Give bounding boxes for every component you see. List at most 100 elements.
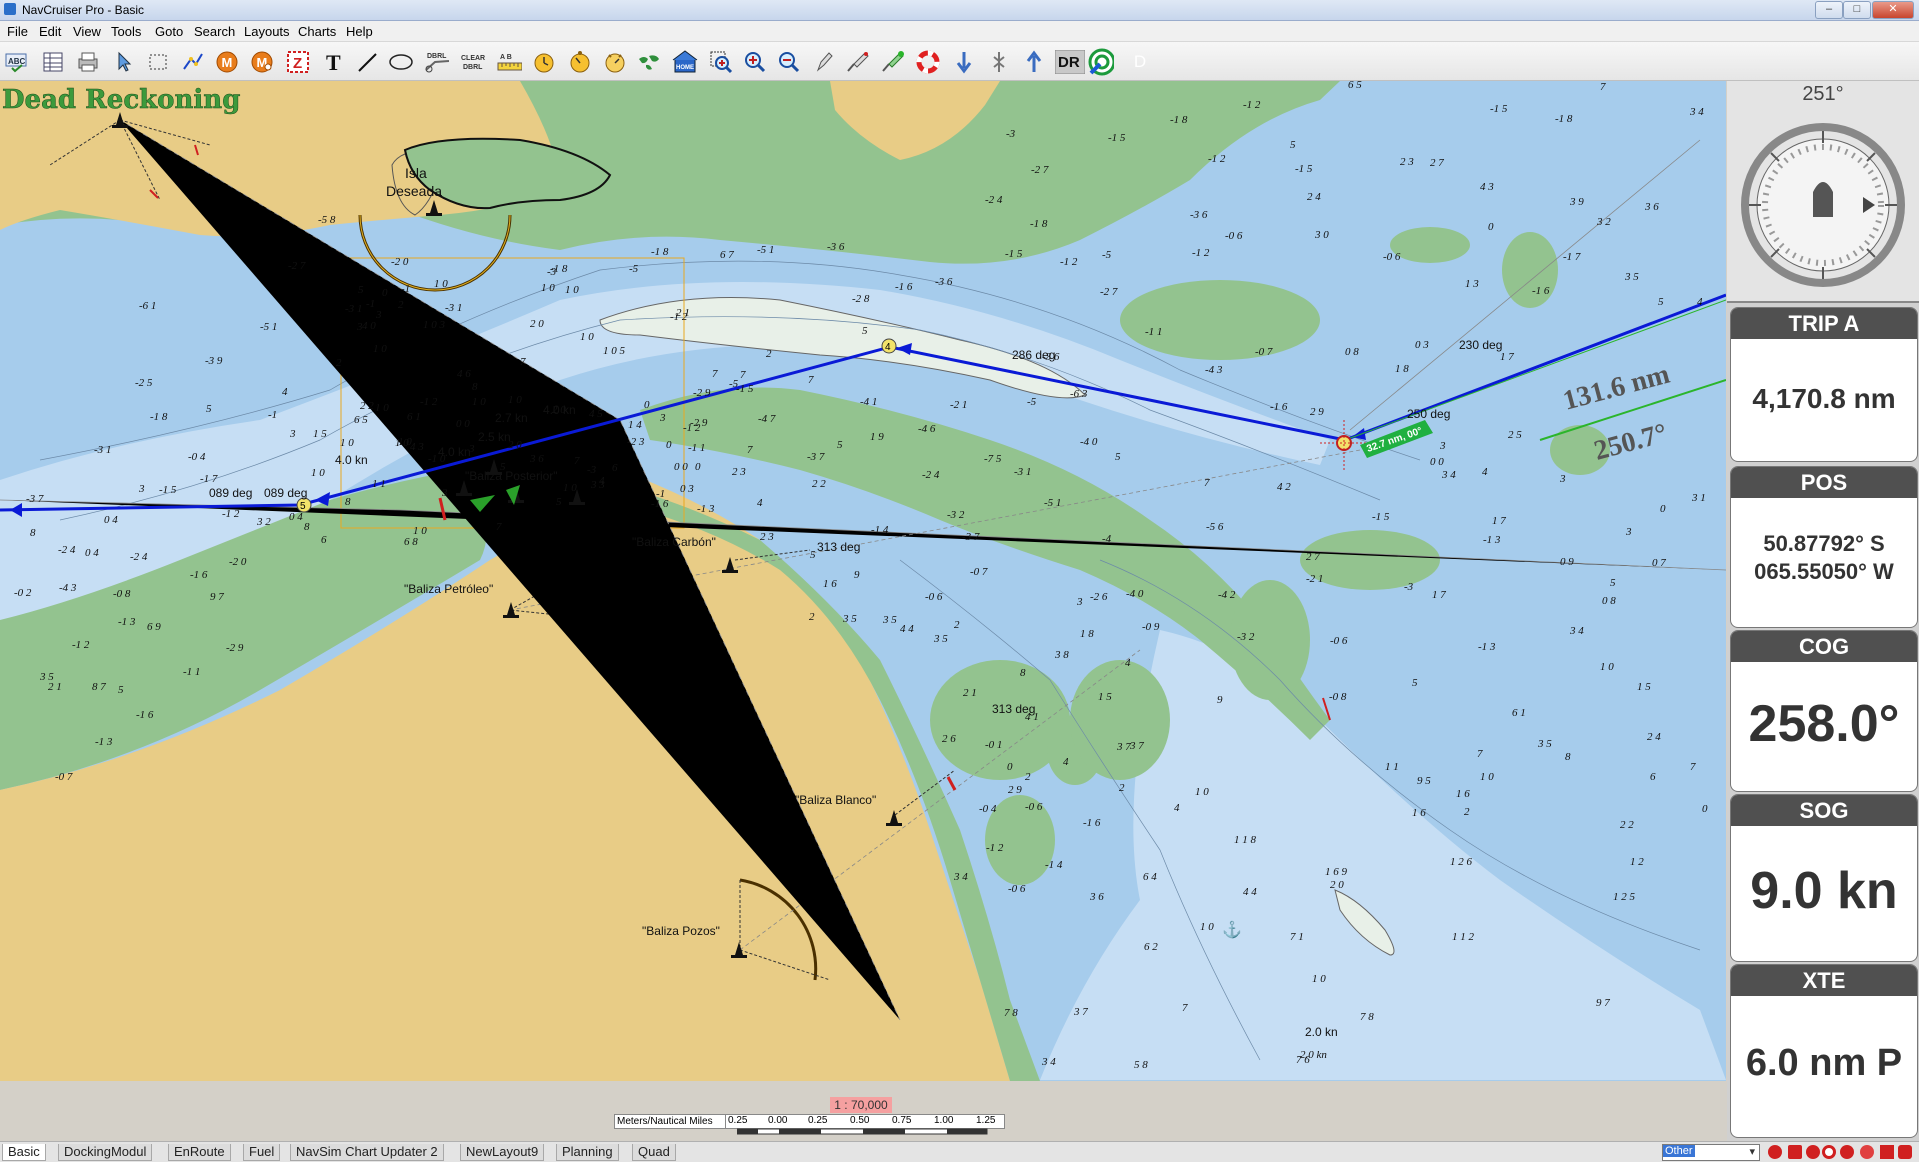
shoal-e-7 bbox=[1070, 660, 1170, 780]
layout-tab-basic[interactable]: Basic bbox=[2, 1144, 46, 1161]
depth-sounding: -1 8 bbox=[1555, 113, 1573, 125]
spellcheck-icon[interactable]: ABC bbox=[4, 49, 30, 75]
menu-help[interactable]: Help bbox=[346, 24, 373, 39]
dr-button[interactable]: DR bbox=[1055, 49, 1085, 75]
depth-sounding: -2 4 bbox=[58, 544, 76, 556]
depth-sounding: 1 0 bbox=[1600, 661, 1614, 673]
mark-icon[interactable]: M bbox=[214, 49, 240, 75]
menu-tools[interactable]: Tools bbox=[111, 24, 141, 39]
d-button[interactable]: D bbox=[1127, 49, 1153, 75]
close-button[interactable]: ✕ bbox=[1872, 1, 1914, 19]
pen-icon[interactable] bbox=[811, 49, 837, 75]
svg-text:A B: A B bbox=[500, 54, 512, 61]
radio-icon[interactable] bbox=[1806, 1145, 1820, 1159]
depth-sounding: 1 2 bbox=[1630, 856, 1644, 868]
sog-label: SOG bbox=[1731, 795, 1917, 826]
dual-ebl-icon[interactable]: DBRL bbox=[423, 49, 449, 75]
timer-icon[interactable] bbox=[531, 49, 557, 75]
depth-sounding: 4 bbox=[1174, 802, 1180, 814]
depth-sounding: 2 9 bbox=[1008, 784, 1022, 796]
line-tool-icon[interactable] bbox=[354, 49, 380, 75]
lifebuoy-icon[interactable] bbox=[915, 49, 941, 75]
sog-instrument[interactable]: SOG 9.0 kn bbox=[1730, 794, 1918, 962]
mob-icon[interactable]: M bbox=[249, 49, 275, 75]
arrow-down-icon[interactable] bbox=[951, 49, 977, 75]
depth-sounding: 0 4 bbox=[85, 547, 99, 559]
ruler-icon[interactable]: A B bbox=[496, 49, 522, 75]
record-icon[interactable] bbox=[1768, 1145, 1782, 1159]
zoom-area-icon[interactable] bbox=[708, 49, 734, 75]
depth-sounding: -0 2 bbox=[14, 587, 32, 599]
track-icon[interactable] bbox=[845, 49, 871, 75]
arrow-up-icon[interactable] bbox=[1021, 49, 1047, 75]
instrument-panel: 251° TRIP A 4,170.8 nm POS 50.87792° S 0… bbox=[1727, 81, 1919, 1141]
pos-instrument[interactable]: POS 50.87792° S 065.55050° W bbox=[1730, 466, 1918, 628]
anchor-alarm-icon[interactable] bbox=[1860, 1145, 1874, 1159]
clear-dual-icon[interactable]: CLEAR DBRL bbox=[460, 49, 486, 75]
home-icon[interactable]: HOME bbox=[672, 49, 698, 75]
minimize-button[interactable]: – bbox=[1815, 1, 1843, 19]
dead-reckoning-label: Dead Reckoning bbox=[2, 85, 240, 115]
route-icon[interactable] bbox=[180, 49, 206, 75]
cog-instrument[interactable]: COG 258.0° bbox=[1730, 630, 1918, 792]
chart-canvas[interactable]: 4 5 32.7 nm, 00° 131.6 nm 250.7° ⚓ Dead … bbox=[0, 81, 1726, 1081]
depth-sounding: 5 bbox=[862, 325, 868, 337]
layout-tab-quad[interactable]: Quad bbox=[632, 1144, 676, 1161]
depth-alarm-icon[interactable] bbox=[1880, 1145, 1894, 1159]
center-vessel-icon[interactable] bbox=[986, 49, 1012, 75]
table-icon[interactable] bbox=[40, 49, 66, 75]
world-map-icon[interactable] bbox=[636, 49, 662, 75]
depth-sounding: 4 bbox=[1697, 296, 1703, 308]
depth-sounding: -0 4 bbox=[979, 803, 997, 815]
layout-tab-dockingmodul[interactable]: DockingModul bbox=[58, 1144, 153, 1161]
pointer-icon[interactable] bbox=[111, 49, 137, 75]
select-rect-icon[interactable] bbox=[145, 49, 171, 75]
depth-sounding: 2 6 bbox=[942, 733, 956, 745]
depth-sounding: 6 2 bbox=[1144, 941, 1158, 953]
depth-sounding: 1 0 bbox=[373, 343, 387, 355]
gps-status-icon[interactable] bbox=[1840, 1145, 1854, 1159]
menu-view[interactable]: View bbox=[73, 24, 101, 39]
depth-sounding: 3 4 bbox=[1441, 469, 1456, 481]
xte-instrument[interactable]: XTE 6.0 nm P bbox=[1730, 964, 1918, 1138]
depth-sounding: -1 1 bbox=[1145, 326, 1162, 338]
depth-sounding: 7 bbox=[520, 356, 526, 368]
menu-edit[interactable]: Edit bbox=[39, 24, 61, 39]
alarm-timer-icon[interactable] bbox=[567, 49, 593, 75]
depth-sounding: 8 bbox=[304, 521, 310, 533]
menu-file[interactable]: File bbox=[7, 24, 28, 39]
stopwatch-icon[interactable] bbox=[602, 49, 628, 75]
depth-sounding: -2 3 bbox=[627, 436, 645, 448]
layout-tab-fuel[interactable]: Fuel bbox=[243, 1144, 281, 1161]
depth-sounding: 5 bbox=[206, 403, 212, 415]
layout-tab-planning[interactable]: Planning bbox=[556, 1144, 619, 1161]
zoom-out-icon[interactable] bbox=[776, 49, 802, 75]
menu-search[interactable]: Search bbox=[194, 24, 235, 39]
compass-instrument[interactable]: 251° bbox=[1727, 81, 1919, 303]
xte-alarm-icon[interactable] bbox=[1898, 1145, 1912, 1159]
menu-goto[interactable]: Goto bbox=[155, 24, 183, 39]
mob-status-icon[interactable] bbox=[1822, 1145, 1836, 1159]
layout-tab-navsim[interactable]: NavSim Chart Updater 2 bbox=[290, 1144, 444, 1161]
ellipse-tool-icon[interactable] bbox=[388, 49, 414, 75]
layout-tab-newlayout9[interactable]: NewLayout9 bbox=[460, 1144, 545, 1161]
zone-icon[interactable]: Z bbox=[285, 49, 311, 75]
maximize-button[interactable]: □ bbox=[1843, 1, 1871, 19]
depth-sounding: 6 bbox=[612, 462, 618, 474]
status-select[interactable]: Other ▾ bbox=[1662, 1144, 1760, 1161]
layout-tab-enroute[interactable]: EnRoute bbox=[168, 1144, 231, 1161]
menu-charts[interactable]: Charts bbox=[298, 24, 336, 39]
gps-icon[interactable] bbox=[1088, 48, 1114, 76]
trip-instrument[interactable]: TRIP A 4,170.8 nm bbox=[1730, 307, 1918, 462]
menu-layouts[interactable]: Layouts bbox=[244, 24, 290, 39]
depth-sounding: 0 bbox=[1702, 803, 1708, 815]
alarm-bell-icon[interactable] bbox=[1788, 1145, 1802, 1159]
depth-sounding: 4 1 bbox=[1025, 711, 1039, 723]
zoom-in-icon[interactable] bbox=[742, 49, 768, 75]
scale-ratio[interactable]: 1 : 70,000 bbox=[830, 1097, 892, 1113]
track-start-icon[interactable] bbox=[880, 49, 906, 75]
depth-sounding: 3 7 bbox=[1073, 1006, 1088, 1018]
print-icon[interactable] bbox=[75, 49, 101, 75]
text-tool-icon[interactable]: T bbox=[321, 49, 347, 75]
depth-sounding: 1 1 8 bbox=[1234, 834, 1257, 846]
